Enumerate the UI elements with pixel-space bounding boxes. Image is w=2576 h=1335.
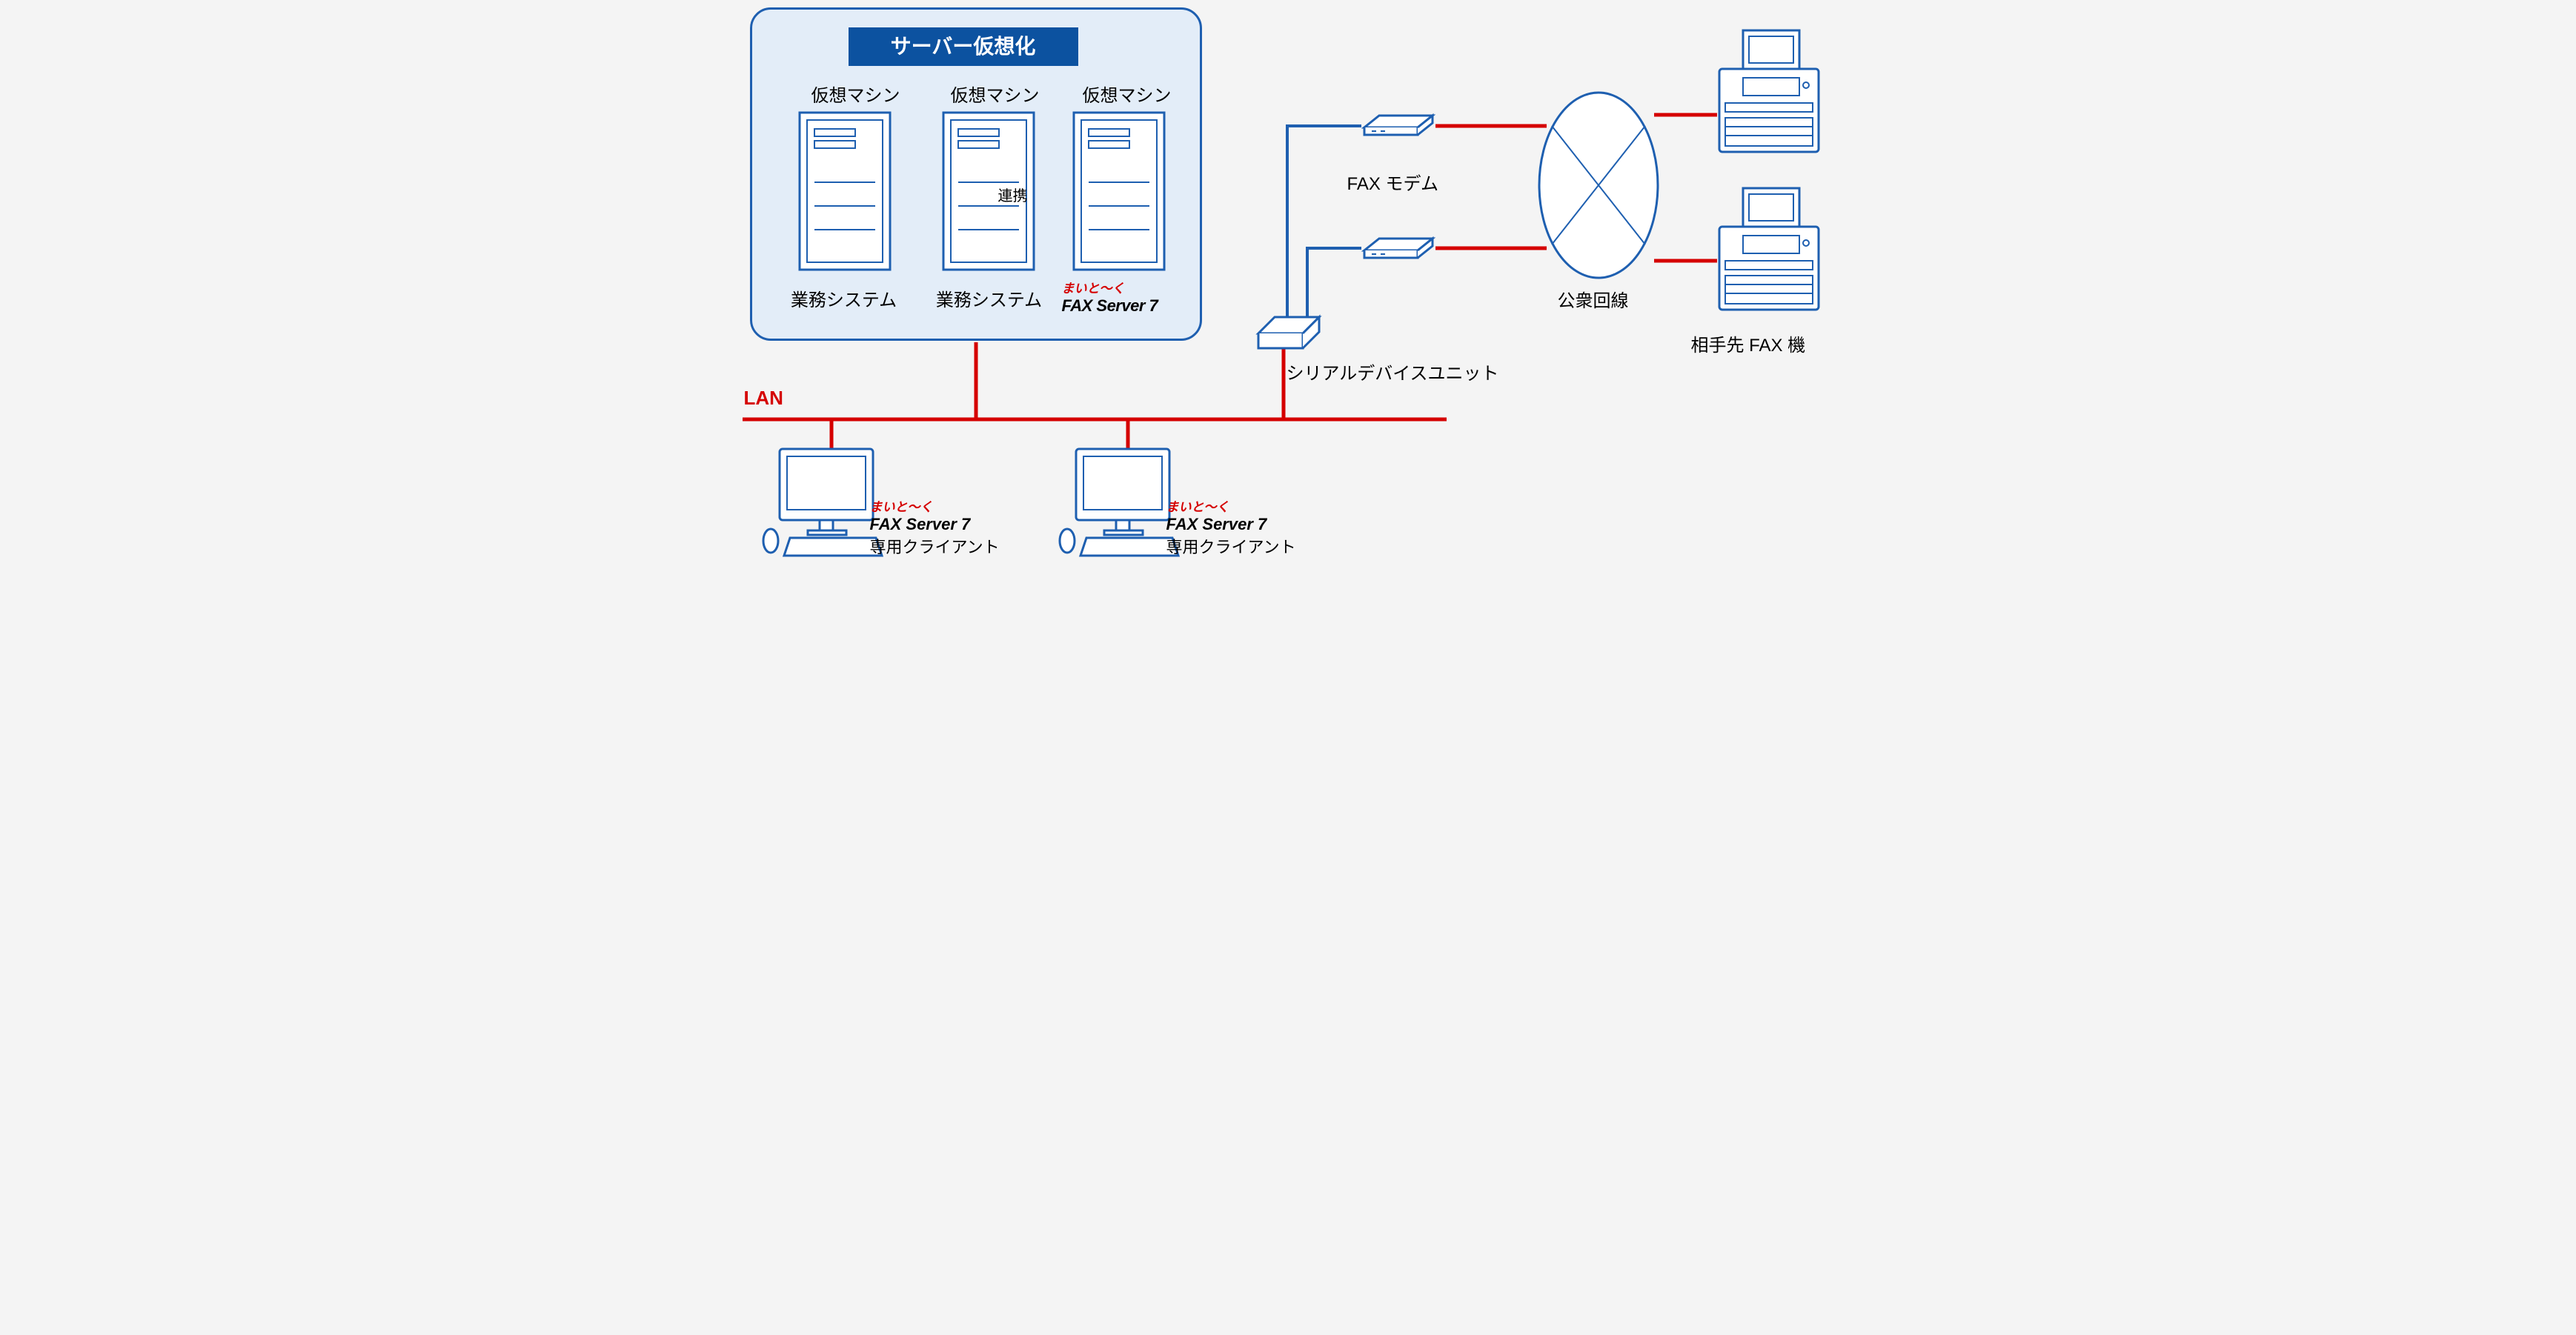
diagram-canvas: サーバー仮想化 仮想マシン 仮想マシン 仮想マシン 連携 業務システム 業務シス… [728,0,1849,581]
fax-machine-icon [1713,26,1825,159]
client-product-label-1: まいと～く FAX Server 7 専用クライアント [870,496,1033,558]
client-pc-icon [1054,443,1172,565]
vm-label-1: 仮想マシン [797,81,915,107]
fax-modem-label: FAX モデム [1347,169,1439,195]
product-name: FAX Server 7 [1062,296,1195,316]
vm-caption-1: 業務システム [777,285,911,311]
server-icon [1071,110,1167,273]
virtualization-box: サーバー仮想化 仮想マシン 仮想マシン 仮想マシン 連携 業務システム 業務シス… [750,7,1202,341]
vm-label-2: 仮想マシン [936,81,1055,107]
client-subtitle: 専用クライアント [1166,534,1330,558]
public-line-label: 公衆回線 [1558,286,1629,312]
link-label: 連携 [998,184,1028,205]
product-name: FAX Server 7 [1166,515,1330,534]
remote-fax-label: 相手先 FAX 機 [1691,330,1806,356]
client-subtitle: 専用クライアント [870,534,1033,558]
client-product-label-2: まいと～く FAX Server 7 専用クライアント [1166,496,1330,558]
product-tag: まいと～く [1166,496,1330,515]
public-line-ellipse [1536,89,1662,259]
lan-label: LAN [744,387,783,410]
fax-machine-icon [1713,184,1825,317]
virtualization-title: サーバー仮想化 [849,27,1078,66]
vm-caption-2: 業務システム [923,285,1056,311]
product-tag: まいと～く [870,496,1033,515]
serial-device-label: シリアルデバイスユニット [1287,359,1499,384]
fax-modem-icon [1361,111,1435,133]
product-name: FAX Server 7 [870,515,1033,534]
vm-label-3: 仮想マシン [1068,81,1186,107]
client-pc-icon [757,443,876,565]
fax-modem-icon [1361,234,1435,256]
product-tag: まいと～く [1062,278,1195,296]
faxserver-product-label: まいと～く FAX Server 7 [1062,278,1195,316]
server-icon [797,110,893,273]
serial-device-icon [1255,311,1322,352]
